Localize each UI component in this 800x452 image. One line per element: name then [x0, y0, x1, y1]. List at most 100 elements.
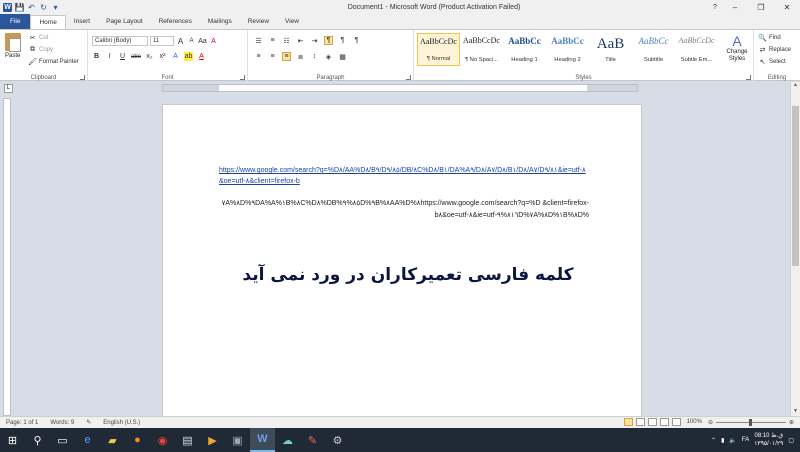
file-explorer-icon[interactable]: ▰	[100, 428, 125, 452]
redo-icon[interactable]: ↻	[39, 3, 48, 12]
web-layout-view-icon[interactable]	[647, 418, 657, 426]
copy-button[interactable]: ⧉ Copy	[28, 45, 53, 54]
minimize-button[interactable]: –	[722, 0, 748, 14]
language-indicator[interactable]: English (U.S.)	[97, 420, 146, 426]
align-left-icon[interactable]: ≡	[254, 52, 263, 61]
scroll-thumb[interactable]	[792, 106, 799, 266]
italic-button[interactable]: I	[105, 52, 114, 61]
clock[interactable]: 08:10 ق.ظ ۱۳۹۵/۰۱/۲۹	[754, 432, 783, 448]
zoom-in-icon[interactable]: ⊕	[789, 419, 794, 426]
style-heading-1[interactable]: AaBbCc Heading 1	[503, 33, 546, 66]
tab-page-layout[interactable]: Page Layout	[98, 15, 151, 29]
styles-launcher-icon[interactable]	[746, 75, 751, 80]
edge-browser-icon[interactable]: e	[75, 428, 100, 452]
select-button[interactable]: ↖ Select	[758, 57, 786, 66]
replace-button[interactable]: ⇄ Replace	[758, 45, 791, 54]
paragraph-launcher-icon[interactable]	[406, 75, 411, 80]
full-screen-view-icon[interactable]	[635, 418, 645, 426]
document-page[interactable]: https://www.google.com/search?q=%D٨/AA%D…	[162, 104, 642, 416]
close-button[interactable]: ✕	[774, 0, 800, 14]
justify-icon[interactable]: ≣	[296, 52, 305, 61]
shrink-font-button[interactable]: A	[187, 37, 196, 46]
font-name-combo[interactable]: Calibri (Body)	[92, 36, 148, 46]
multilevel-list-icon[interactable]: ☷	[282, 36, 291, 45]
zoom-level[interactable]: 100%	[684, 419, 705, 425]
clear-format-button[interactable]: A	[209, 37, 218, 46]
scroll-up-icon[interactable]: ▲	[791, 82, 800, 90]
grow-font-button[interactable]: A	[176, 37, 185, 46]
tab-selector[interactable]: L	[4, 84, 13, 93]
bullets-icon[interactable]: ☰	[254, 36, 263, 45]
proofing-icon[interactable]: ✎	[80, 419, 97, 426]
font-launcher-icon[interactable]	[240, 75, 245, 80]
style-title[interactable]: AaB Title	[589, 33, 632, 66]
show-marks-button[interactable]: ¶	[352, 36, 361, 45]
zoom-slider-thumb[interactable]	[748, 418, 752, 426]
paint-icon[interactable]: ✎	[300, 428, 325, 452]
tab-file[interactable]: File	[0, 14, 31, 29]
volume-icon[interactable]: 🔈	[729, 437, 736, 444]
rtl-paragraph[interactable]: ٧A%٨D%٩DA%A%١B%٨C%D٨%DB%٨٥%٩D%٩B%٨AA%D%٨…	[219, 198, 589, 222]
format-painter-button[interactable]: 🖌 Format Painter	[28, 57, 79, 66]
superscript-button[interactable]: x²	[158, 52, 167, 61]
task-view-icon[interactable]: ▭	[50, 428, 75, 452]
style-heading-2[interactable]: AaBbCc Heading 2	[546, 33, 589, 66]
vertical-scrollbar[interactable]: ▲ ▼	[790, 82, 800, 416]
decrease-indent-icon[interactable]: ⇤	[296, 36, 305, 45]
paste-button[interactable]: Paste	[5, 53, 20, 59]
style-subtitle[interactable]: AaBbCc Subtitle	[632, 33, 675, 66]
rtl-direction-icon[interactable]: ¶	[324, 36, 333, 45]
style-subtle-emphasis[interactable]: AaBbCcDc Subtle Em...	[675, 33, 718, 66]
style-no-spacing[interactable]: AaBbCcDc ¶ No Spaci...	[460, 33, 503, 66]
align-center-icon[interactable]: ≡	[268, 52, 277, 61]
shading-icon[interactable]: ◈	[324, 52, 333, 61]
ltr-direction-icon[interactable]: ¶	[338, 36, 347, 45]
underline-button[interactable]: U	[118, 52, 127, 61]
change-styles-button[interactable]: A Change Styles	[722, 33, 752, 63]
find-button[interactable]: 🔍 Find	[758, 33, 781, 42]
page-count[interactable]: Page: 1 of 1	[0, 420, 44, 426]
word-taskbar-icon[interactable]: W	[250, 428, 275, 452]
text-effects-button[interactable]: A	[171, 52, 180, 61]
tab-mailings[interactable]: Mailings	[200, 15, 240, 29]
tab-home[interactable]: Home	[30, 15, 66, 29]
word-app-icon[interactable]: W	[3, 2, 12, 12]
undo-icon[interactable]: ↶	[27, 3, 36, 12]
clipboard-launcher-icon[interactable]	[80, 75, 85, 80]
media-player-icon[interactable]: ▶	[200, 428, 225, 452]
ruler-bar[interactable]	[162, 84, 638, 92]
tool-app-icon[interactable]: ⚙	[325, 428, 350, 452]
restore-button[interactable]: ❐	[748, 0, 774, 14]
subscript-button[interactable]: x₂	[145, 52, 154, 61]
network-app-icon[interactable]: ☁	[275, 428, 300, 452]
word-count[interactable]: Words: 9	[44, 420, 80, 426]
highlight-button[interactable]: ab	[184, 52, 194, 61]
hyperlink-paragraph[interactable]: https://www.google.com/search?q=%D٨/AA%D…	[219, 165, 589, 187]
document-app-icon[interactable]: ▤	[175, 428, 200, 452]
zoom-slider[interactable]	[715, 418, 786, 426]
line-spacing-icon[interactable]: ↕	[310, 52, 319, 61]
outline-view-icon[interactable]	[659, 418, 669, 426]
numbering-icon[interactable]: ≡	[268, 36, 277, 45]
paste-icon[interactable]	[5, 33, 21, 52]
zoom-out-icon[interactable]: ⊖	[708, 419, 713, 426]
search-icon[interactable]: ⚲	[25, 428, 50, 452]
qat-dropdown-icon[interactable]: ▾	[51, 3, 60, 12]
tab-insert[interactable]: Insert	[66, 15, 98, 29]
remote-desktop-icon[interactable]: ▣	[225, 428, 250, 452]
start-button[interactable]: ⊞	[0, 428, 25, 452]
tab-references[interactable]: References	[151, 15, 200, 29]
strikethrough-button[interactable]: abe	[131, 52, 141, 61]
keyboard-language[interactable]: FA	[742, 437, 749, 443]
tray-expand-icon[interactable]: ⌃	[711, 437, 716, 444]
persian-heading[interactable]: کلمه فارسی تعمیرکاران در ورد نمی آید	[223, 265, 593, 285]
font-size-combo[interactable]: 11	[150, 36, 174, 46]
firefox-icon[interactable]: ●	[125, 428, 150, 452]
change-case-button[interactable]: Aa	[198, 37, 207, 46]
increase-indent-icon[interactable]: ⇥	[310, 36, 319, 45]
chrome-icon[interactable]: ◉	[150, 428, 175, 452]
tab-review[interactable]: Review	[240, 15, 277, 29]
font-color-button[interactable]: A	[197, 52, 206, 61]
print-layout-view-icon[interactable]	[623, 418, 633, 426]
draft-view-icon[interactable]	[671, 418, 681, 426]
